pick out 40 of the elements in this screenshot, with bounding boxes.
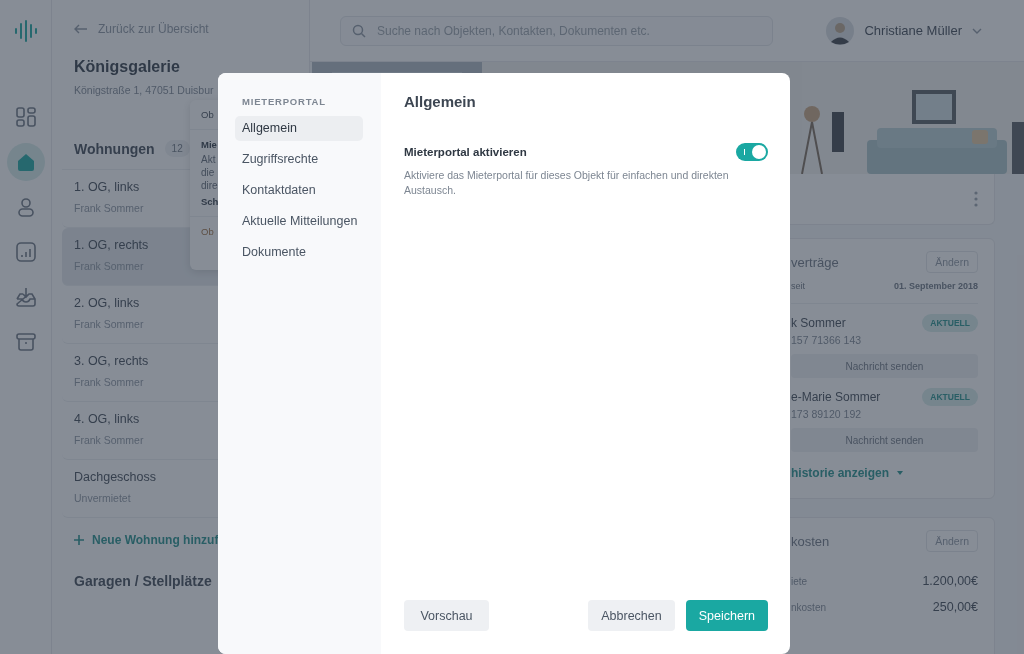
setting-label: Mieterportal aktivieren (404, 146, 527, 158)
secondary-button[interactable]: Vorschau (404, 600, 489, 631)
chevron-down-icon[interactable] (972, 27, 982, 34)
since-date: 01. September 2018 (893, 281, 978, 291)
cost-value: 250,00€ (932, 600, 978, 614)
tenant-name: e-Marie Sommer (791, 390, 881, 404)
card-title: verträge (791, 254, 839, 270)
setting-description: Aktiviere das Mieterportal für dieses Objekt für einfachen und direkten Austausch. (404, 168, 730, 198)
logo-icon (13, 20, 38, 42)
caret-icon (897, 471, 904, 475)
popover-label: Mie (201, 139, 217, 150)
since-label: seit (791, 281, 805, 291)
popover-link[interactable]: Ob (201, 226, 214, 237)
card-title: kosten (791, 533, 830, 549)
popover-label: Ob (201, 109, 214, 120)
nav-item[interactable]: Allgemein (235, 116, 363, 141)
history-link[interactable]: historie anzeigen (791, 466, 890, 480)
save-button[interactable]: Speichern (685, 600, 768, 631)
status-badge: AKTUELL (922, 388, 978, 406)
back-arrow-icon (74, 24, 88, 34)
popover-text: dire (201, 179, 218, 192)
plus-icon (74, 535, 84, 545)
toggle-switch[interactable] (736, 143, 768, 161)
user-name[interactable]: Christiane Müller (864, 23, 962, 38)
cost-value: 1.200,00€ (922, 574, 978, 588)
avatar[interactable] (826, 16, 855, 45)
secondary-button[interactable]: Abbrechen (588, 600, 675, 631)
tenant-name: k Sommer (791, 316, 846, 330)
section-title: Wohnungen (74, 140, 155, 157)
popover-text: Akt (201, 153, 216, 166)
home-icon[interactable] (6, 143, 45, 181)
section-title: Garagen / Stellplätze (74, 573, 213, 589)
property-title: Königsgalerie (74, 58, 181, 76)
popover-label: Sch (201, 196, 219, 207)
nav-item[interactable]: Zugriffsrechte (235, 147, 363, 172)
more-icon[interactable] (974, 191, 978, 207)
nav-heading: MIETERPORTAL (242, 96, 327, 107)
dialog-title: Allgemein (404, 93, 477, 110)
status-badge: AKTUELL (922, 314, 978, 332)
add-apartment-link[interactable]: Neue Wohnung hinzuf (92, 533, 219, 547)
